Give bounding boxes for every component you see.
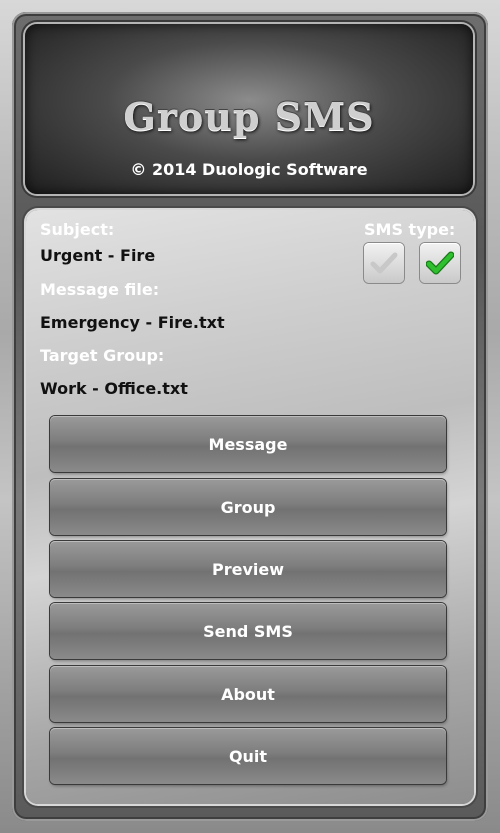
sms-type-option-2-checkbox[interactable]	[420, 243, 460, 283]
check-icon	[426, 251, 454, 275]
send-sms-button[interactable]: Send SMS	[50, 603, 446, 659]
subject-label: Subject:	[40, 220, 115, 239]
copyright-text: © 2014 Duologic Software	[130, 160, 368, 179]
sms-type-option-1-checkbox[interactable]	[364, 243, 404, 283]
message-file-value: Emergency - Fire.txt	[40, 313, 225, 332]
quit-button[interactable]: Quit	[50, 728, 446, 784]
message-file-label: Message file:	[40, 280, 160, 299]
app-header: Group SMS © 2014 Duologic Software	[25, 24, 473, 194]
message-button[interactable]: Message	[50, 416, 446, 472]
subject-value: Urgent - Fire	[40, 246, 156, 265]
target-group-label: Target Group:	[40, 346, 165, 365]
preview-button[interactable]: Preview	[50, 541, 446, 597]
about-button[interactable]: About	[50, 666, 446, 722]
check-icon	[370, 252, 398, 274]
group-button[interactable]: Group	[50, 479, 446, 535]
app-title: Group SMS	[123, 94, 375, 139]
target-group-value: Work - Office.txt	[40, 379, 188, 398]
sms-type-label: SMS type:	[364, 220, 456, 239]
